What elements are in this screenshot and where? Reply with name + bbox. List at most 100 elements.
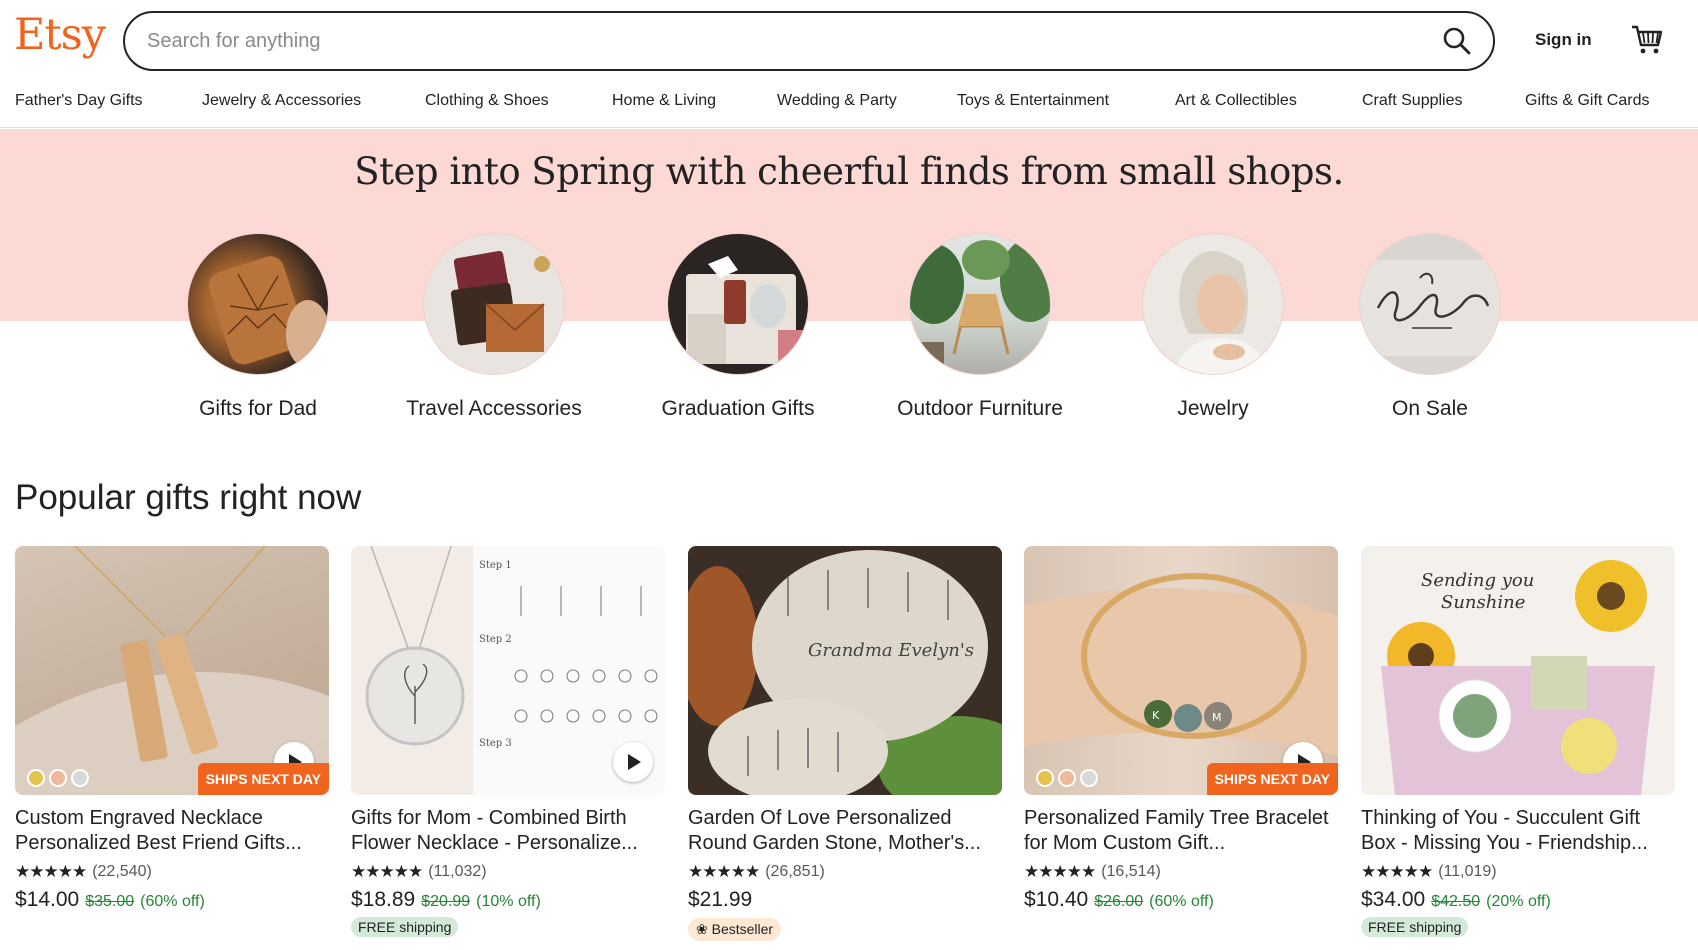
listing-title[interactable]: Garden Of Love Personalized Round Garden… bbox=[688, 806, 1002, 856]
listing-rating: ★★★★★ (11,019) bbox=[1361, 862, 1675, 882]
category-on-sale[interactable]: On Sale bbox=[1310, 233, 1550, 421]
listing-rating: ★★★★★ (26,851) bbox=[688, 862, 1002, 882]
star-rating-icon: ★★★★★ bbox=[1361, 862, 1433, 881]
svg-text:Sunshine: Sunshine bbox=[1441, 592, 1525, 613]
swatch-rose-gold[interactable] bbox=[1058, 769, 1076, 787]
original-price: $26.00 bbox=[1094, 893, 1144, 910]
nav-item-home-living[interactable]: Home & Living bbox=[612, 92, 716, 110]
original-price: $42.50 bbox=[1431, 893, 1481, 910]
price-row: $21.99 bbox=[688, 888, 1002, 912]
category-jewelry[interactable]: Jewelry bbox=[1093, 233, 1333, 421]
svg-text:Grandma Evelyn's: Grandma Evelyn's bbox=[808, 640, 974, 661]
swatch-silver[interactable] bbox=[1080, 769, 1098, 787]
search-input[interactable] bbox=[147, 27, 1397, 55]
discount: (10% off) bbox=[476, 893, 541, 910]
play-video-icon[interactable] bbox=[613, 742, 653, 782]
listing-title[interactable]: Custom Engraved Necklace Personalized Be… bbox=[15, 806, 329, 856]
svg-text:M: M bbox=[1212, 711, 1222, 724]
svg-text:Step 2: Step 2 bbox=[479, 634, 512, 645]
bestseller-label: Bestseller bbox=[711, 921, 774, 937]
category-image bbox=[423, 233, 565, 375]
ships-next-day-badge: SHIPS NEXT DAY bbox=[197, 763, 329, 795]
category-label: Outdoor Furniture bbox=[897, 397, 1063, 420]
listing-image[interactable]: K M SHIPS NEXT DAY bbox=[1024, 546, 1338, 795]
category-image bbox=[1142, 233, 1284, 375]
category-outdoor-furniture[interactable]: Outdoor Furniture bbox=[860, 233, 1100, 421]
search-bar[interactable] bbox=[123, 11, 1495, 71]
nav-item-gifts-gift-cards[interactable]: Gifts & Gift Cards bbox=[1525, 92, 1649, 110]
listing-card[interactable]: Step 1 Step 2 Step 3 Gifts for Mom - Combi… bbox=[351, 546, 665, 937]
nav-item-fathers-day-gifts[interactable]: Father's Day Gifts bbox=[15, 92, 143, 110]
listing-image[interactable]: Step 1 Step 2 Step 3 bbox=[351, 546, 665, 795]
search-icon bbox=[1443, 27, 1471, 55]
category-image bbox=[667, 233, 809, 375]
review-count: (16,514) bbox=[1101, 863, 1161, 880]
review-count: (11,032) bbox=[428, 863, 487, 880]
price-row: $14.00 $35.00 (60% off) bbox=[15, 888, 329, 912]
category-nav: Father's Day Gifts Jewelry & Accessories… bbox=[0, 88, 1698, 118]
listing-card[interactable]: Grandma Evelyn's Garden Of Love Personal… bbox=[688, 546, 1002, 941]
category-label: On Sale bbox=[1392, 397, 1468, 420]
price: $21.99 bbox=[688, 888, 753, 911]
listing-image[interactable]: Sending you Sunshine bbox=[1361, 546, 1675, 795]
price-row: $10.40 $26.00 (60% off) bbox=[1024, 888, 1338, 912]
award-icon: ❀ bbox=[696, 921, 708, 937]
review-count: (22,540) bbox=[92, 863, 152, 880]
listing-title[interactable]: Personalized Family Tree Bracelet for Mo… bbox=[1024, 806, 1338, 856]
category-image bbox=[1359, 233, 1501, 375]
price: $10.40 bbox=[1024, 888, 1089, 911]
review-count: (26,851) bbox=[765, 863, 825, 880]
listing-card[interactable]: Sending you Sunshine Thinking of You - Su… bbox=[1361, 546, 1675, 937]
listing-card[interactable]: K M SHIPS NEXT DAY Personalized Family Tr… bbox=[1024, 546, 1338, 912]
listing-rating: ★★★★★ (16,514) bbox=[1024, 862, 1338, 882]
listing-card[interactable]: SHIPS NEXT DAY Custom Engraved Necklace … bbox=[15, 546, 329, 912]
search-button[interactable] bbox=[1441, 25, 1473, 57]
nav-item-jewelry-accessories[interactable]: Jewelry & Accessories bbox=[202, 92, 361, 110]
color-swatches[interactable] bbox=[27, 769, 89, 787]
ships-next-day-badge: SHIPS NEXT DAY bbox=[1206, 763, 1338, 795]
star-rating-icon: ★★★★★ bbox=[1024, 862, 1096, 881]
category-travel-accessories[interactable]: Travel Accessories bbox=[374, 233, 614, 421]
price: $18.89 bbox=[351, 888, 416, 911]
svg-text:Sending you: Sending you bbox=[1421, 570, 1534, 591]
discount: (20% off) bbox=[1486, 893, 1551, 910]
sign-in-link[interactable]: Sign in bbox=[1535, 30, 1592, 50]
etsy-logo[interactable]: Etsy bbox=[14, 10, 106, 60]
price: $34.00 bbox=[1361, 888, 1426, 911]
cart-button[interactable] bbox=[1630, 22, 1664, 56]
listing-rating: ★★★★★ (22,540) bbox=[15, 862, 329, 882]
swatch-gold[interactable] bbox=[27, 769, 45, 787]
original-price: $35.00 bbox=[85, 893, 135, 910]
section-title: Popular gifts right now bbox=[15, 478, 362, 517]
category-gifts-for-dad[interactable]: Gifts for Dad bbox=[138, 233, 378, 421]
nav-item-craft-supplies[interactable]: Craft Supplies bbox=[1362, 92, 1463, 110]
swatch-silver[interactable] bbox=[71, 769, 89, 787]
price: $14.00 bbox=[15, 888, 80, 911]
free-shipping-badge: FREE shipping bbox=[351, 917, 459, 937]
category-label: Gifts for Dad bbox=[199, 397, 317, 420]
nav-item-toys-entertainment[interactable]: Toys & Entertainment bbox=[957, 92, 1109, 110]
listing-title[interactable]: Gifts for Mom - Combined Birth Flower Ne… bbox=[351, 806, 665, 856]
svg-text:K: K bbox=[1152, 709, 1160, 722]
star-rating-icon: ★★★★★ bbox=[688, 862, 760, 881]
swatch-rose-gold[interactable] bbox=[49, 769, 67, 787]
star-rating-icon: ★★★★★ bbox=[351, 862, 423, 881]
price-row: $34.00 $42.50 (20% off) bbox=[1361, 888, 1675, 912]
svg-text:Step 3: Step 3 bbox=[479, 738, 512, 749]
cart-icon bbox=[1632, 25, 1663, 54]
nav-item-wedding-party[interactable]: Wedding & Party bbox=[777, 92, 897, 110]
category-image bbox=[909, 233, 1051, 375]
category-graduation-gifts[interactable]: Graduation Gifts bbox=[618, 233, 858, 421]
swatch-gold[interactable] bbox=[1036, 769, 1054, 787]
listing-image[interactable]: Grandma Evelyn's bbox=[688, 546, 1002, 795]
color-swatches[interactable] bbox=[1036, 769, 1098, 787]
discount: (60% off) bbox=[140, 893, 205, 910]
listing-image[interactable]: SHIPS NEXT DAY bbox=[15, 546, 329, 795]
nav-item-art-collectibles[interactable]: Art & Collectibles bbox=[1175, 92, 1297, 110]
listing-title[interactable]: Thinking of You - Succulent Gift Box - M… bbox=[1361, 806, 1675, 856]
nav-item-clothing-shoes[interactable]: Clothing & Shoes bbox=[425, 92, 549, 110]
review-count: (11,019) bbox=[1438, 863, 1497, 880]
listing-rating: ★★★★★ (11,032) bbox=[351, 862, 665, 882]
category-label: Travel Accessories bbox=[406, 397, 582, 420]
site-header: Etsy Sign in Father's Day Gifts Jewelry … bbox=[0, 0, 1698, 128]
